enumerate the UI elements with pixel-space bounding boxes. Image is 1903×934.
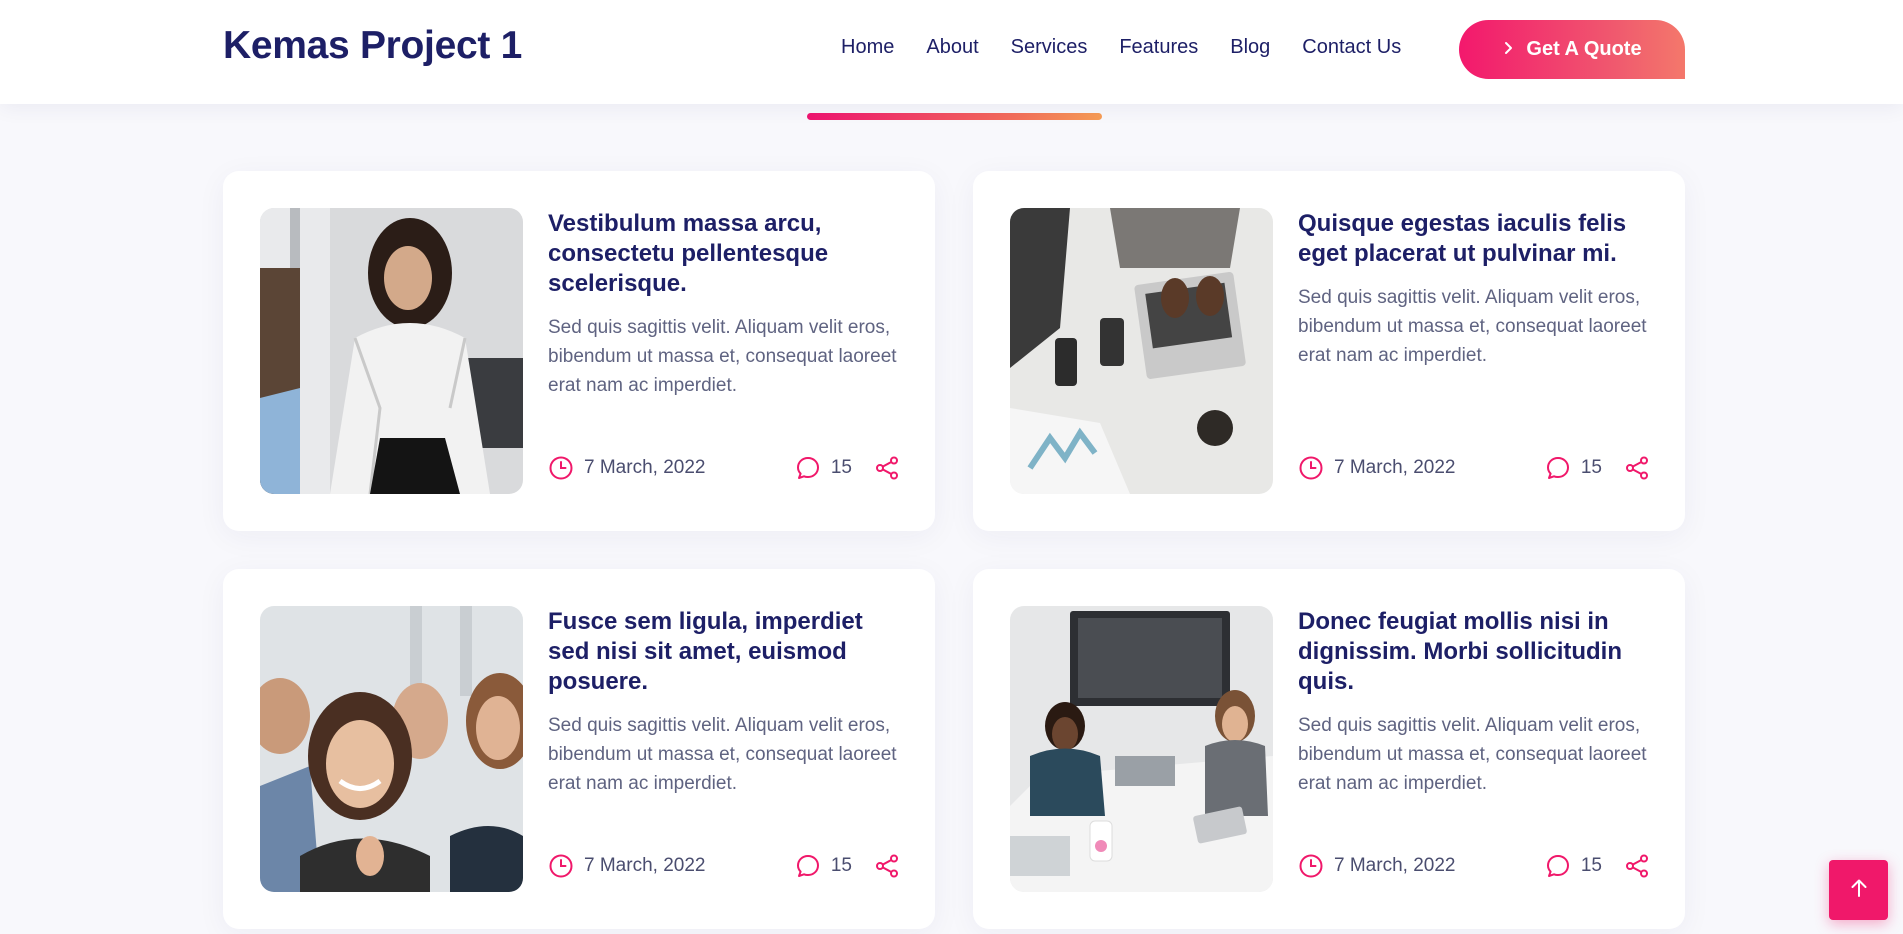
post-date-text: 7 March, 2022 [1334,457,1456,478]
clock-icon [548,853,574,879]
share-icon[interactable] [874,853,900,879]
get-a-quote-button[interactable]: Get A Quote [1459,20,1685,79]
woman-at-office-desk-photo [260,208,523,494]
blog-card-image[interactable] [1010,606,1273,892]
laptop-top-view-photo [1010,208,1273,494]
post-date-text: 7 March, 2022 [584,855,706,876]
blog-card: Fusce sem ligula, imperdiet sed nisi sit… [223,569,935,929]
blog-card-body: Donec feugiat mollis nisi in dignissim. … [1298,607,1658,798]
share-icon[interactable] [874,455,900,481]
comment-count: 15 [830,457,852,478]
blog-card-title[interactable]: Fusce sem ligula, imperdiet sed nisi sit… [548,607,908,697]
blog-card-image[interactable] [260,606,523,892]
blog-card-title[interactable]: Quisque egestas iaculis felis eget place… [1298,209,1658,269]
blog-card: Vestibulum massa arcu, consectetu pellen… [223,171,935,531]
site-header: Kemas Project 1 Home About Services Feat… [0,0,1903,104]
post-actions: 15 [1545,455,1650,481]
comment-count: 15 [830,855,852,876]
nav-link-features[interactable]: Features [1119,36,1198,59]
comment-icon [1545,455,1571,481]
comment-count: 15 [1580,457,1602,478]
share-icon[interactable] [1624,853,1650,879]
blog-card: Donec feugiat mollis nisi in dignissim. … [973,569,1685,929]
nav-link-contact[interactable]: Contact Us [1302,36,1401,59]
post-date: 7 March, 2022 [1298,853,1455,879]
comment-count: 15 [1580,855,1602,876]
blog-card-meta: 7 March, 2022 15 [1298,851,1650,881]
blog-card-image[interactable] [260,208,523,494]
comments-link[interactable]: 15 [795,853,852,879]
blog-card-meta: 7 March, 2022 15 [548,453,900,483]
post-date: 7 March, 2022 [548,455,705,481]
main-nav: Home About Services Features Blog Contac… [841,36,1401,59]
nav-link-blog[interactable]: Blog [1230,36,1270,59]
blog-card-body: Fusce sem ligula, imperdiet sed nisi sit… [548,607,908,798]
post-date: 7 March, 2022 [548,853,705,879]
nav-link-services[interactable]: Services [1011,36,1088,59]
nav-link-home[interactable]: Home [841,36,894,59]
comment-icon [1545,853,1571,879]
meeting-room-photo [1010,606,1273,892]
team-thumbs-up-photo [260,606,523,892]
comment-icon [795,853,821,879]
blog-card-excerpt: Sed quis sagittis velit. Aliquam velit e… [548,317,897,396]
blog-card-excerpt: Sed quis sagittis velit. Aliquam velit e… [1298,287,1647,366]
post-date: 7 March, 2022 [1298,455,1455,481]
blog-card-title[interactable]: Donec feugiat mollis nisi in dignissim. … [1298,607,1658,697]
post-date-text: 7 March, 2022 [1334,855,1456,876]
chevron-right-icon [1502,38,1516,61]
post-actions: 15 [795,853,900,879]
blog-card-meta: 7 March, 2022 15 [1298,453,1650,483]
comments-link[interactable]: 15 [795,455,852,481]
comments-link[interactable]: 15 [1545,455,1602,481]
blog-card-image[interactable] [1010,208,1273,494]
blog-card: Quisque egestas iaculis felis eget place… [973,171,1685,531]
post-actions: 15 [795,455,900,481]
clock-icon [1298,455,1324,481]
comments-link[interactable]: 15 [1545,853,1602,879]
post-date-text: 7 March, 2022 [584,457,706,478]
blog-card-excerpt: Sed quis sagittis velit. Aliquam velit e… [1298,715,1647,794]
comment-icon [795,455,821,481]
blog-card-body: Quisque egestas iaculis felis eget place… [1298,209,1658,370]
share-icon[interactable] [1624,455,1650,481]
scroll-to-top-button[interactable] [1829,860,1888,920]
site-logo[interactable]: Kemas Project 1 [223,24,522,68]
blog-card-excerpt: Sed quis sagittis velit. Aliquam velit e… [548,715,897,794]
blog-card-title[interactable]: Vestibulum massa arcu, consectetu pellen… [548,209,908,299]
blog-card-body: Vestibulum massa arcu, consectetu pellen… [548,209,908,400]
clock-icon [548,455,574,481]
nav-link-about[interactable]: About [926,36,978,59]
clock-icon [1298,853,1324,879]
arrow-up-icon [1848,877,1870,904]
post-actions: 15 [1545,853,1650,879]
blog-card-meta: 7 March, 2022 15 [548,851,900,881]
get-a-quote-label: Get A Quote [1526,38,1642,60]
section-accent-bar [807,113,1102,120]
